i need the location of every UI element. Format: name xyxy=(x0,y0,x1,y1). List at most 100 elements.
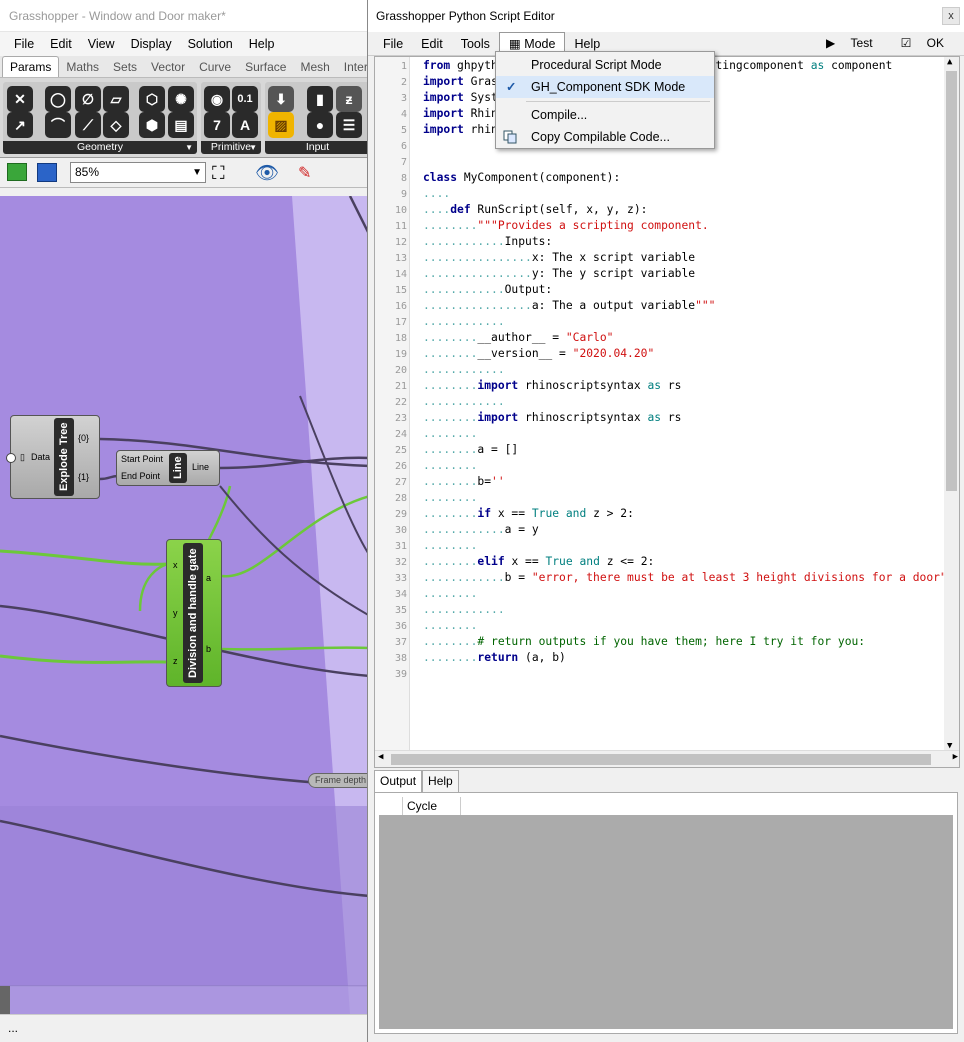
scroll-right-icon[interactable]: ▶ xyxy=(953,752,958,762)
field-param-icon[interactable]: ▤ xyxy=(168,112,194,138)
node-division-handle-gate[interactable]: x y z Division and handle gate a b xyxy=(166,539,222,687)
group-label-input[interactable]: Input xyxy=(265,141,370,154)
gh-menu-edit[interactable]: Edit xyxy=(42,37,80,51)
horizontal-scroll-thumb[interactable] xyxy=(391,754,931,765)
rectangle-param-icon[interactable]: ◇ xyxy=(103,112,129,138)
close-button[interactable]: x xyxy=(942,7,960,25)
mesh-param-icon[interactable]: ✺ xyxy=(168,86,194,112)
gh-menu-solution[interactable]: Solution xyxy=(180,37,241,51)
line-output: Line xyxy=(192,462,210,472)
tab-intersect[interactable]: Inter xyxy=(337,57,370,77)
boolean-param-icon[interactable]: ◉ xyxy=(204,86,230,112)
gh-canvas[interactable]: ▯ Data Explode Tree {0} {1} Start Point … xyxy=(0,196,370,1014)
ok-button[interactable]: ☑ OK xyxy=(889,34,956,52)
line-number: 12 xyxy=(394,237,407,248)
zoom-select[interactable]: 85% ▼ xyxy=(70,162,206,183)
test-label: Test xyxy=(850,36,873,50)
editor-menu-file[interactable]: File xyxy=(374,34,412,54)
tab-curve[interactable]: Curve xyxy=(192,57,238,77)
sketch-pen-icon[interactable]: ✎ xyxy=(298,163,311,183)
gh-menu-help[interactable]: Help xyxy=(241,37,283,51)
code-line: ........ xyxy=(423,587,478,600)
line-number: 35 xyxy=(394,605,407,616)
tab-surface[interactable]: Surface xyxy=(238,57,293,77)
output-grid: Cycle xyxy=(379,797,953,1029)
circle-param-icon[interactable]: ◯ xyxy=(45,86,71,112)
button-input-icon[interactable]: ● xyxy=(307,112,333,138)
integer-param-icon[interactable]: 7 xyxy=(204,112,230,138)
cycle-column-header[interactable]: Cycle xyxy=(403,797,461,815)
slider-input-icon[interactable]: ƶ xyxy=(336,86,362,112)
gh-menu-view[interactable]: View xyxy=(80,37,123,51)
line-number: 20 xyxy=(394,365,407,376)
number-param-icon[interactable]: 0.1 xyxy=(232,86,258,112)
output-grid-header: Cycle xyxy=(379,797,953,815)
test-button[interactable]: ▶ Test xyxy=(814,34,885,52)
group-label-primitive[interactable]: Primitive ▼ xyxy=(201,141,261,154)
input-grip[interactable] xyxy=(6,453,16,463)
canvas-scroll-handle[interactable] xyxy=(0,986,10,1014)
node-explode-tree[interactable]: ▯ Data Explode Tree {0} {1} xyxy=(6,415,100,499)
code-line: ....def RunScript(self, x, y, z): xyxy=(423,203,648,216)
tab-output[interactable]: Output xyxy=(374,770,423,792)
grasshopper-window: Grasshopper - Window and Door maker* Fil… xyxy=(0,0,370,1042)
code-line: ........ xyxy=(423,619,478,632)
preview-eye-icon[interactable]: 👁 xyxy=(255,161,279,185)
surface-param-icon[interactable]: ▱ xyxy=(103,86,129,112)
line-param-icon[interactable]: ⟋ xyxy=(75,112,101,138)
box-param-icon[interactable]: ⬡ xyxy=(139,86,165,112)
line-number: 28 xyxy=(394,493,407,504)
value-list-icon[interactable]: ☰ xyxy=(336,112,362,138)
code-line: ........# return outputs if you have the… xyxy=(423,635,866,648)
menu-item-sdk-mode[interactable]: ✓ GH_Component SDK Mode xyxy=(496,76,714,98)
line-number: 33 xyxy=(394,573,407,584)
gh-menu-display[interactable]: Display xyxy=(123,37,180,51)
gh-menubar: File Edit View Display Solution Help xyxy=(0,32,370,56)
tab-vector[interactable]: Vector xyxy=(144,57,192,77)
editor-menu-tools[interactable]: Tools xyxy=(452,34,499,54)
vector-param-icon[interactable]: ↗ xyxy=(7,112,33,138)
menu-item-compile[interactable]: Compile... xyxy=(496,104,714,126)
tab-maths[interactable]: Maths xyxy=(59,57,106,77)
code-line: ............ xyxy=(423,363,505,376)
tab-sets[interactable]: Sets xyxy=(106,57,144,77)
editor-menu-edit[interactable]: Edit xyxy=(412,34,452,54)
gh-menu-file[interactable]: File xyxy=(6,37,42,51)
group-label-geometry[interactable]: Geometry ▼ xyxy=(3,141,197,154)
line-number: 36 xyxy=(394,621,407,632)
tab-help[interactable]: Help xyxy=(422,770,459,792)
code-line: ........import rhinoscriptsyntax as rs xyxy=(423,411,682,424)
panel-input-icon[interactable]: ⬇ xyxy=(268,86,294,112)
scroll-left-icon[interactable]: ◀ xyxy=(378,752,383,762)
open-file-icon[interactable] xyxy=(7,163,27,181)
text-param-icon[interactable]: A xyxy=(232,112,258,138)
node-line[interactable]: Start Point End Point Line Line xyxy=(116,450,220,486)
line-number: 2 xyxy=(400,77,407,88)
arc-param-icon[interactable]: ⌒ xyxy=(45,112,71,138)
menu-item-procedural-mode[interactable]: Procedural Script Mode xyxy=(496,54,714,76)
code-editor[interactable]: 1 2 3 4 5 6 7 8 9 10 11 12 13 14 15 16 17 18 19 20 21 22 23 24 2… xyxy=(374,56,960,768)
group-geometry: ✕ ◯ ∅ ▱ ⬡ ✺ ↗ ⌒ ⟋ ◇ ⬢ ▤ Geometry ▼ xyxy=(3,82,197,154)
code-line: class MyComponent(component): xyxy=(423,171,621,184)
curve-param-icon[interactable]: ∅ xyxy=(75,86,101,112)
code-line: ................x: The x script variable xyxy=(423,251,696,264)
line-number: 4 xyxy=(400,109,407,120)
code-line: ................y: The y script variable xyxy=(423,267,696,280)
toggle-input-icon[interactable]: ▮ xyxy=(307,86,333,112)
horizontal-scrollbar[interactable]: ◀ ▶ xyxy=(375,750,959,767)
line-title: Line xyxy=(169,453,187,483)
vertical-scroll-thumb[interactable] xyxy=(946,71,957,491)
brep-param-icon[interactable]: ⬢ xyxy=(139,112,165,138)
vertical-scrollbar[interactable]: ▲ ▼ xyxy=(944,57,959,751)
graph-mapper-icon[interactable]: ▨ xyxy=(268,112,294,138)
line-input-end: End Point xyxy=(121,471,161,481)
tab-mesh[interactable]: Mesh xyxy=(293,57,336,77)
menu-item-copy-compilable[interactable]: Copy Compilable Code... xyxy=(496,126,714,148)
scroll-up-icon[interactable]: ▲ xyxy=(947,57,952,67)
zoom-extents-icon[interactable]: ⛶ xyxy=(212,163,225,184)
frame-depth-param[interactable]: Frame depth xyxy=(308,773,370,788)
canvas-group-region xyxy=(0,806,370,1014)
tab-params[interactable]: Params xyxy=(2,56,60,77)
save-file-icon[interactable] xyxy=(37,163,57,182)
point-param-icon[interactable]: ✕ xyxy=(7,86,33,112)
